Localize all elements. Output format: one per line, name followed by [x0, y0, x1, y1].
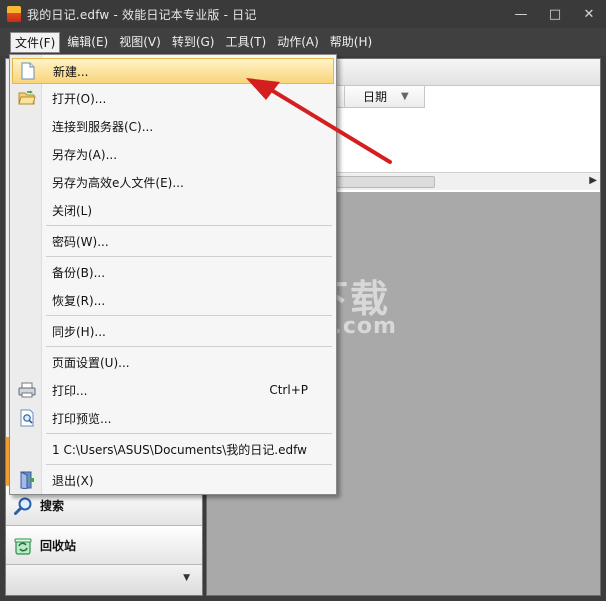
chevron-down-icon[interactable]: ▼: [183, 573, 190, 583]
window-title: 我的日记.edfw - 效能日记本专业版 - 日记: [27, 7, 257, 22]
menu-item-new[interactable]: 新建...: [12, 58, 334, 84]
menu-separator: [46, 346, 332, 347]
minimize-button[interactable]: —: [504, 0, 538, 28]
menu-tools[interactable]: 工具(T): [221, 32, 270, 53]
menu-item-print[interactable]: 打印... Ctrl+P: [12, 377, 334, 403]
menu-item-backup[interactable]: 备份(B)...: [12, 259, 334, 285]
print-preview-icon: [12, 405, 42, 431]
printer-icon: [12, 377, 42, 403]
file-menu-dropdown: 新建... 打开(O)... 连接到服务器(C)... 另存为(A)... 另存…: [9, 54, 337, 495]
scroll-right-icon[interactable]: ▶: [589, 175, 597, 186]
menu-actions[interactable]: 动作(A): [273, 32, 323, 53]
open-folder-icon: [12, 85, 42, 111]
menu-file[interactable]: 文件(F): [10, 31, 61, 53]
recycle-bin-icon: [12, 535, 34, 557]
menu-help[interactable]: 帮助(H): [326, 32, 376, 53]
menu-item-exit[interactable]: 退出(X): [12, 467, 334, 493]
window-controls: — □ ✕: [504, 0, 606, 28]
menu-item-close[interactable]: 关闭(L): [12, 197, 334, 223]
menu-item-page-setup[interactable]: 页面设置(U)...: [12, 349, 334, 375]
nav-pane-footer: ▼: [6, 564, 202, 595]
close-button[interactable]: ✕: [572, 0, 606, 28]
nav-recycle-label: 回收站: [40, 539, 77, 553]
menu-view[interactable]: 视图(V): [115, 32, 165, 53]
date-column-label: 日期: [363, 90, 388, 104]
menu-edit[interactable]: 编辑(E): [63, 32, 112, 53]
sort-arrow-icon: ▼: [401, 91, 409, 102]
scrollbar-thumb[interactable]: [335, 176, 435, 188]
menu-item-connect-server[interactable]: 连接到服务器(C)...: [12, 113, 334, 139]
nav-search-label: 搜索: [40, 499, 65, 513]
menu-item-sync[interactable]: 同步(H)...: [12, 318, 334, 344]
menu-item-open[interactable]: 打开(O)...: [12, 85, 334, 111]
print-shortcut: Ctrl+P: [269, 383, 308, 397]
menu-item-recent-file[interactable]: 1 C:\Users\ASUS\Documents\我的日记.edfw: [12, 436, 334, 462]
column-header-date[interactable]: 日期 ▼: [345, 86, 425, 108]
menu-goto[interactable]: 转到(G): [168, 32, 219, 53]
menu-separator: [46, 315, 332, 316]
app-icon: [7, 6, 21, 22]
new-doc-icon: [13, 58, 43, 84]
menu-separator: [46, 256, 332, 257]
menu-item-print-preview[interactable]: 打印预览...: [12, 405, 334, 431]
maximize-button[interactable]: □: [538, 0, 572, 28]
menu-item-password[interactable]: 密码(W)...: [12, 228, 334, 254]
exit-icon: [12, 467, 42, 493]
menu-item-save-as[interactable]: 另存为(A)...: [12, 141, 334, 167]
menu-separator: [46, 464, 332, 465]
menu-item-save-as-epeople[interactable]: 另存为高效e人文件(E)...: [12, 169, 334, 195]
menu-bar: 文件(F) 编辑(E) 视图(V) 转到(G) 工具(T) 动作(A) 帮助(H…: [0, 28, 606, 56]
nav-recycle-bin[interactable]: 回收站: [6, 525, 202, 565]
magnifier-icon: [12, 495, 34, 517]
title-bar: 我的日记.edfw - 效能日记本专业版 - 日记 — □ ✕: [0, 0, 606, 28]
menu-separator: [46, 225, 332, 226]
menu-item-restore[interactable]: 恢复(R)...: [12, 287, 334, 313]
menu-separator: [46, 433, 332, 434]
